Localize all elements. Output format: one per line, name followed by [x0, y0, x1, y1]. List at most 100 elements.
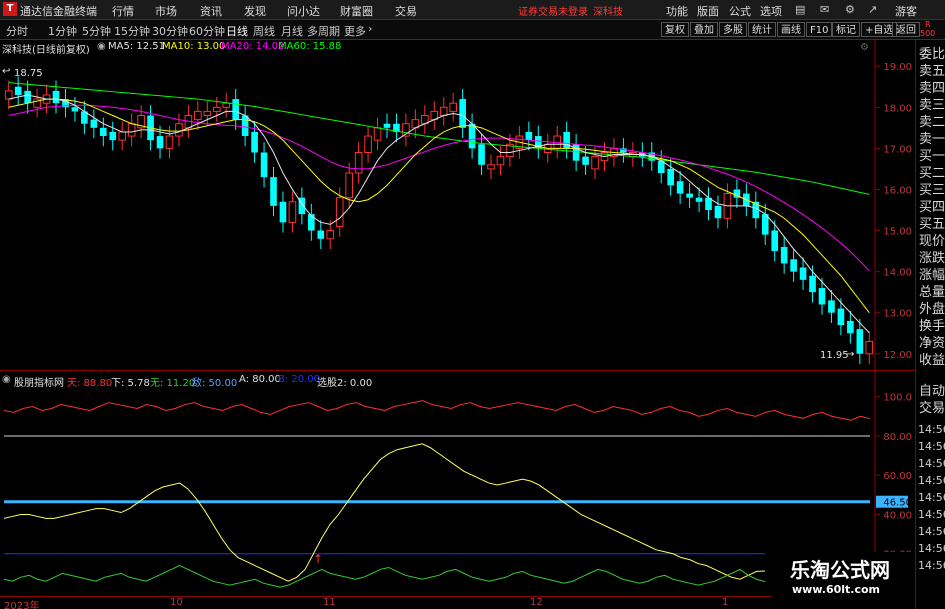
tool-biaoji[interactable]: 标记 [832, 22, 860, 37]
trade-time: 14:56 [918, 440, 945, 453]
period-weekly[interactable]: 周线 [253, 23, 275, 39]
indicator-line-2 [3, 443, 766, 582]
candle-body-up [364, 135, 372, 153]
tool-huaxian[interactable]: 画线 [777, 22, 805, 37]
main-tick-label: 18.00 [883, 103, 912, 114]
candlestick-chart[interactable]: 19.00 18.00 17.00 16.00 15.00 14.00 13.00 12.00… [0, 40, 915, 370]
guest-button[interactable]: 游客 [895, 3, 917, 19]
tool-diejia[interactable]: 叠加 [690, 22, 718, 37]
candle-body-down [799, 267, 807, 280]
candle-body-up [165, 135, 174, 149]
menu-xuanxiang[interactable]: 选项 [760, 3, 782, 19]
period-60min[interactable]: 60分钟 [189, 23, 225, 39]
candle-body-up [496, 156, 505, 166]
candle-body-up [288, 201, 297, 223]
sub-tick-label: 40.00 [883, 510, 912, 521]
menu-wenxiaoda[interactable]: 问小达 [287, 3, 320, 19]
period-more[interactable]: 更多 [344, 23, 366, 39]
main-tick-label: 19.00 [883, 62, 912, 73]
label-price: 现价 [919, 234, 945, 249]
mail-icon[interactable]: ✉ [820, 3, 829, 16]
label-buy2: 买二 [919, 166, 945, 181]
menu-zixun[interactable]: 资讯 [200, 3, 222, 19]
main-tick-label: 13.00 [883, 309, 912, 320]
candle-body-up [118, 131, 127, 141]
menu-faxian[interactable]: 发现 [244, 3, 266, 19]
candle-body-down [52, 90, 60, 104]
candle-body-up [345, 172, 353, 199]
candle-body-down [90, 119, 98, 128]
tshirt-icon[interactable]: ▤ [795, 3, 805, 16]
high-price-label: 18.75 [14, 68, 43, 79]
sub-tick-label: 60.00 [883, 471, 912, 482]
trade-time: 14:56 [918, 559, 945, 572]
candle-body-up [865, 340, 874, 355]
candle-body-down [99, 127, 107, 137]
settings-gear-icon[interactable]: ⚙ [860, 42, 869, 53]
ma60-line [8, 82, 870, 195]
indicator-line-0 [3, 400, 871, 421]
candle-body-down [24, 90, 31, 104]
label-earnings: 收益 [919, 353, 945, 368]
menu-hangqing[interactable]: 行情 [112, 3, 134, 19]
period-fenshi[interactable]: 分时 [6, 23, 28, 39]
menu-caifuquan[interactable]: 财富圈 [340, 3, 373, 19]
menu-shichang[interactable]: 市场 [155, 3, 177, 19]
candle-body-up [449, 102, 457, 112]
period-15min[interactable]: 15分钟 [114, 23, 150, 39]
settings-icon[interactable]: ⚙ [845, 3, 855, 16]
candle-body-down [71, 107, 79, 112]
ma20-line [8, 104, 870, 272]
candle-body-down [771, 230, 779, 252]
menu-jiaoyi[interactable]: 交易 [395, 3, 417, 19]
candle-body-up [326, 230, 335, 240]
main-tick-label: 15.00 [883, 227, 912, 238]
label-trade[interactable]: 交易 [919, 401, 945, 417]
period-5min[interactable]: 5分钟 [82, 23, 111, 39]
login-warning[interactable]: 证券交易未登录 [518, 3, 588, 18]
candle-body-down [525, 131, 533, 141]
label-outer: 外盘 [919, 302, 945, 317]
menu-banmian[interactable]: 版面 [697, 3, 719, 19]
candle-body-down [856, 329, 864, 354]
tool-fuquan[interactable]: 复权 [661, 22, 689, 37]
main-tick-label: 14.00 [883, 268, 912, 279]
candle-body-down [270, 177, 277, 206]
app-title: 通达信金融终端 [20, 5, 97, 18]
candle-body-down [383, 123, 391, 128]
period-multi[interactable]: 多周期 [307, 23, 340, 39]
trade-time: 14:56 [918, 508, 945, 521]
label-buy5: 买五 [919, 217, 945, 232]
menu-gongneng[interactable]: 功能 [666, 3, 688, 19]
tool-duogu[interactable]: 多股 [719, 22, 747, 37]
label-auto[interactable]: 自动 [919, 384, 945, 400]
sub-tick-label: 100.0 [883, 393, 912, 404]
candle-body-up [203, 110, 212, 117]
period-30min[interactable]: 30分钟 [152, 23, 188, 39]
buy-signal-arrow-icon: ↑ [313, 552, 323, 566]
tool-tongji[interactable]: 统计 [748, 22, 776, 37]
tool-f10[interactable]: F10 [806, 22, 833, 37]
label-net-assets: 净资 [919, 336, 945, 351]
candle-body-down [686, 193, 693, 198]
label-sell5: 卖五 [919, 64, 945, 79]
candle-body-up [175, 123, 183, 137]
candle-body-down [232, 99, 239, 120]
candle-body-down [459, 99, 466, 128]
header-stock-name: 深科技 [593, 7, 623, 18]
period-daily[interactable]: 日线 [226, 23, 248, 39]
label-change-pct: 涨幅 [919, 268, 945, 283]
expand-icon[interactable]: ↗ [868, 3, 877, 16]
menu-gongshi[interactable]: 公式 [729, 3, 751, 19]
app-logo-icon: T [3, 2, 17, 16]
candle-body-up [127, 123, 136, 137]
period-monthly[interactable]: 月线 [281, 23, 303, 39]
candle-body-up [373, 127, 382, 141]
trade-time: 14:56 [918, 525, 945, 538]
tool-back[interactable]: 返回 [892, 22, 920, 37]
main-tick-label: 12.00 [883, 350, 912, 361]
candle-body-up [335, 197, 344, 227]
candle-body-down [468, 123, 476, 149]
period-1min[interactable]: 1分钟 [48, 23, 77, 39]
more-chevron-icon[interactable]: › [368, 22, 372, 35]
